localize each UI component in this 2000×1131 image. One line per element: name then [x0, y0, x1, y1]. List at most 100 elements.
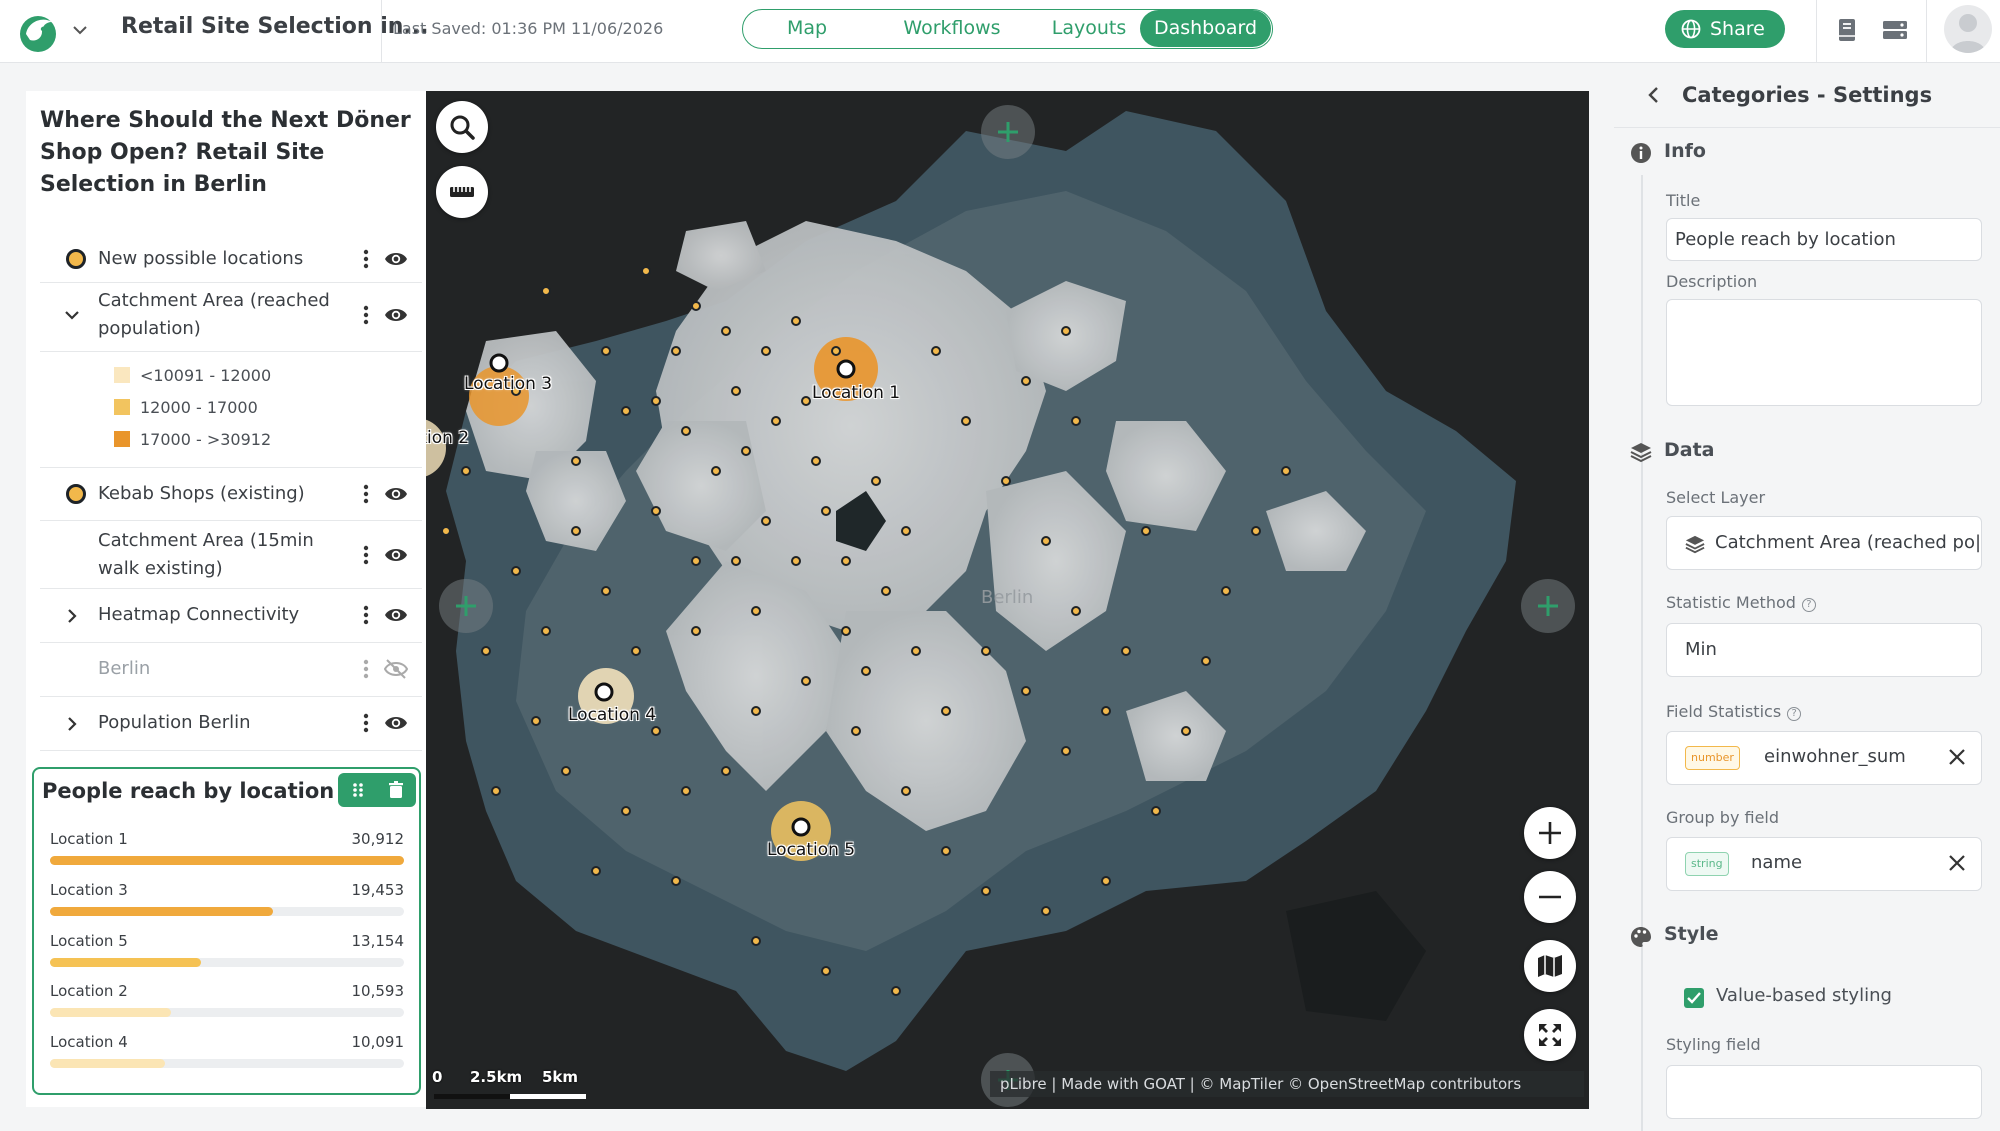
value-based-styling-checkbox[interactable]: [1684, 988, 1704, 1008]
tab-map[interactable]: Map: [749, 10, 865, 47]
project-heading: Where Should the Next Döner Shop Open? R…: [40, 108, 411, 197]
help-icon[interactable]: ?: [1801, 598, 1816, 612]
close-icon[interactable]: [1947, 853, 1967, 873]
statistic-method-dropdown[interactable]: Min: [1666, 623, 1982, 677]
layer-catchment-area-reached[interactable]: Catchment Area (reached population): [40, 283, 422, 347]
chevron-down-icon[interactable]: [62, 305, 82, 325]
zoom-out-button[interactable]: [1524, 871, 1576, 923]
eye-icon[interactable]: [384, 483, 408, 505]
title-input[interactable]: People reach by location: [1666, 218, 1982, 261]
map-attribution[interactable]: pLibre | Made with GOAT | © MapTiler © O…: [990, 1071, 1584, 1097]
eye-icon[interactable]: [384, 304, 408, 326]
bar-value: 30,912: [351, 830, 405, 848]
description-label: Description: [1666, 272, 1758, 291]
settings-header: Categories - Settings: [1614, 63, 2000, 128]
book-icon[interactable]: [1834, 17, 1860, 43]
eye-icon[interactable]: [384, 544, 408, 566]
user-icon: [1950, 14, 1986, 53]
bar-value: 19,453: [351, 881, 405, 899]
server-icon[interactable]: [1882, 17, 1908, 43]
more-vert-icon[interactable]: [360, 712, 372, 734]
bar-fill: [50, 907, 273, 916]
people-reach-widget[interactable]: People reach by location Location 1 30,9…: [32, 767, 421, 1095]
layer-catchment-area-15min[interactable]: Catchment Area (15min walk existing): [40, 521, 422, 589]
plus-icon: [1538, 596, 1558, 616]
add-widget-right-button[interactable]: [1521, 579, 1575, 633]
more-vert-icon[interactable]: [360, 544, 372, 566]
measure-button[interactable]: [436, 166, 488, 218]
bar-row: Location 2 10,593: [50, 982, 404, 1022]
legend-swatch: [114, 431, 130, 447]
bar-track: [50, 907, 404, 916]
eye-off-icon[interactable]: [384, 658, 408, 680]
goat-logo-icon[interactable]: [16, 10, 60, 54]
chevron-left-icon[interactable]: [1644, 85, 1664, 105]
group-by-label: Group by field: [1666, 808, 1780, 827]
tab-workflows[interactable]: Workflows: [877, 10, 1027, 47]
map-search-button[interactable]: [436, 101, 488, 153]
layer-population-berlin[interactable]: Population Berlin: [40, 697, 422, 751]
more-vert-icon[interactable]: [360, 248, 372, 270]
bar-label: Location 1: [50, 830, 128, 848]
layer-new-possible-locations[interactable]: New possible locations: [40, 235, 422, 283]
map-canvas[interactable]: Berlin Location 1 Location 2 Location 3 …: [426, 91, 1589, 1109]
chevron-right-icon[interactable]: [62, 714, 82, 734]
close-icon[interactable]: [1947, 747, 1967, 767]
chevron-right-icon[interactable]: [62, 606, 82, 626]
field-statistics-label-text: Field Statistics: [1666, 702, 1782, 721]
legend-label: <10091 - 12000: [140, 366, 272, 385]
select-layer-dropdown[interactable]: Catchment Area (reached po|: [1666, 516, 1982, 570]
avatar[interactable]: [1944, 5, 1992, 53]
more-vert-icon[interactable]: [360, 483, 372, 505]
scale-label: 2.5km: [470, 1068, 523, 1086]
layer-kebab-shops-existing[interactable]: Kebab Shops (existing): [40, 467, 422, 521]
section-line: [1641, 175, 1643, 475]
add-widget-left-button[interactable]: [439, 579, 493, 633]
basemap-button[interactable]: [1524, 940, 1576, 992]
legend-label: 12000 - 17000: [140, 398, 258, 417]
more-vert-icon[interactable]: [360, 304, 372, 326]
drag-handle-icon[interactable]: [348, 780, 368, 800]
zoom-in-button[interactable]: [1524, 807, 1576, 859]
settings-panel: Categories - Settings Info Title People …: [1614, 63, 2000, 1131]
description-input[interactable]: [1666, 299, 1982, 406]
eye-icon[interactable]: [384, 604, 408, 626]
point-marker-icon: [66, 484, 86, 504]
project-title[interactable]: Retail Site Selection in...: [121, 14, 428, 39]
layer-heatmap-connectivity[interactable]: Heatmap Connectivity: [40, 589, 422, 643]
chevron-down-icon[interactable]: [70, 20, 90, 40]
add-widget-top-button[interactable]: [981, 105, 1035, 159]
group-by-select[interactable]: string name: [1666, 837, 1982, 891]
point-marker-icon: [66, 249, 86, 269]
tab-layouts[interactable]: Layouts: [1027, 10, 1151, 47]
styling-field-select[interactable]: [1666, 1065, 1982, 1119]
help-icon[interactable]: ?: [1787, 707, 1802, 721]
more-vert-icon[interactable]: [360, 658, 372, 680]
eye-icon[interactable]: [384, 248, 408, 270]
plus-icon: [1539, 822, 1561, 844]
field-statistics-select[interactable]: number einwohner_sum: [1666, 731, 1982, 785]
bar-track: [50, 856, 404, 865]
trash-icon[interactable]: [386, 780, 406, 800]
location-1-marker[interactable]: [828, 351, 864, 387]
more-vert-icon[interactable]: [360, 604, 372, 626]
minus-icon: [1539, 895, 1561, 899]
share-button[interactable]: Share: [1665, 10, 1785, 48]
tab-dashboard[interactable]: Dashboard: [1140, 10, 1271, 47]
share-label: Share: [1710, 18, 1765, 40]
divider: [1816, 0, 1817, 63]
title-label: Title: [1666, 191, 1701, 210]
select-layer-label: Select Layer: [1666, 488, 1766, 507]
bar-value: 10,091: [351, 1033, 405, 1051]
statistic-method-label-text: Statistic Method: [1666, 593, 1796, 612]
settings-title: Categories - Settings: [1682, 83, 1933, 107]
fullscreen-button[interactable]: [1524, 1009, 1576, 1061]
layer-berlin[interactable]: Berlin: [40, 643, 422, 697]
group-by-value: name: [1751, 852, 1803, 873]
value-based-styling-label: Value-based styling: [1716, 985, 1892, 1006]
field-statistics-label: Field Statistics?: [1666, 702, 1802, 721]
scale-label: 0: [432, 1068, 443, 1086]
check-icon: [1687, 992, 1701, 1004]
section-line: [1641, 959, 1643, 1131]
eye-icon[interactable]: [384, 712, 408, 734]
